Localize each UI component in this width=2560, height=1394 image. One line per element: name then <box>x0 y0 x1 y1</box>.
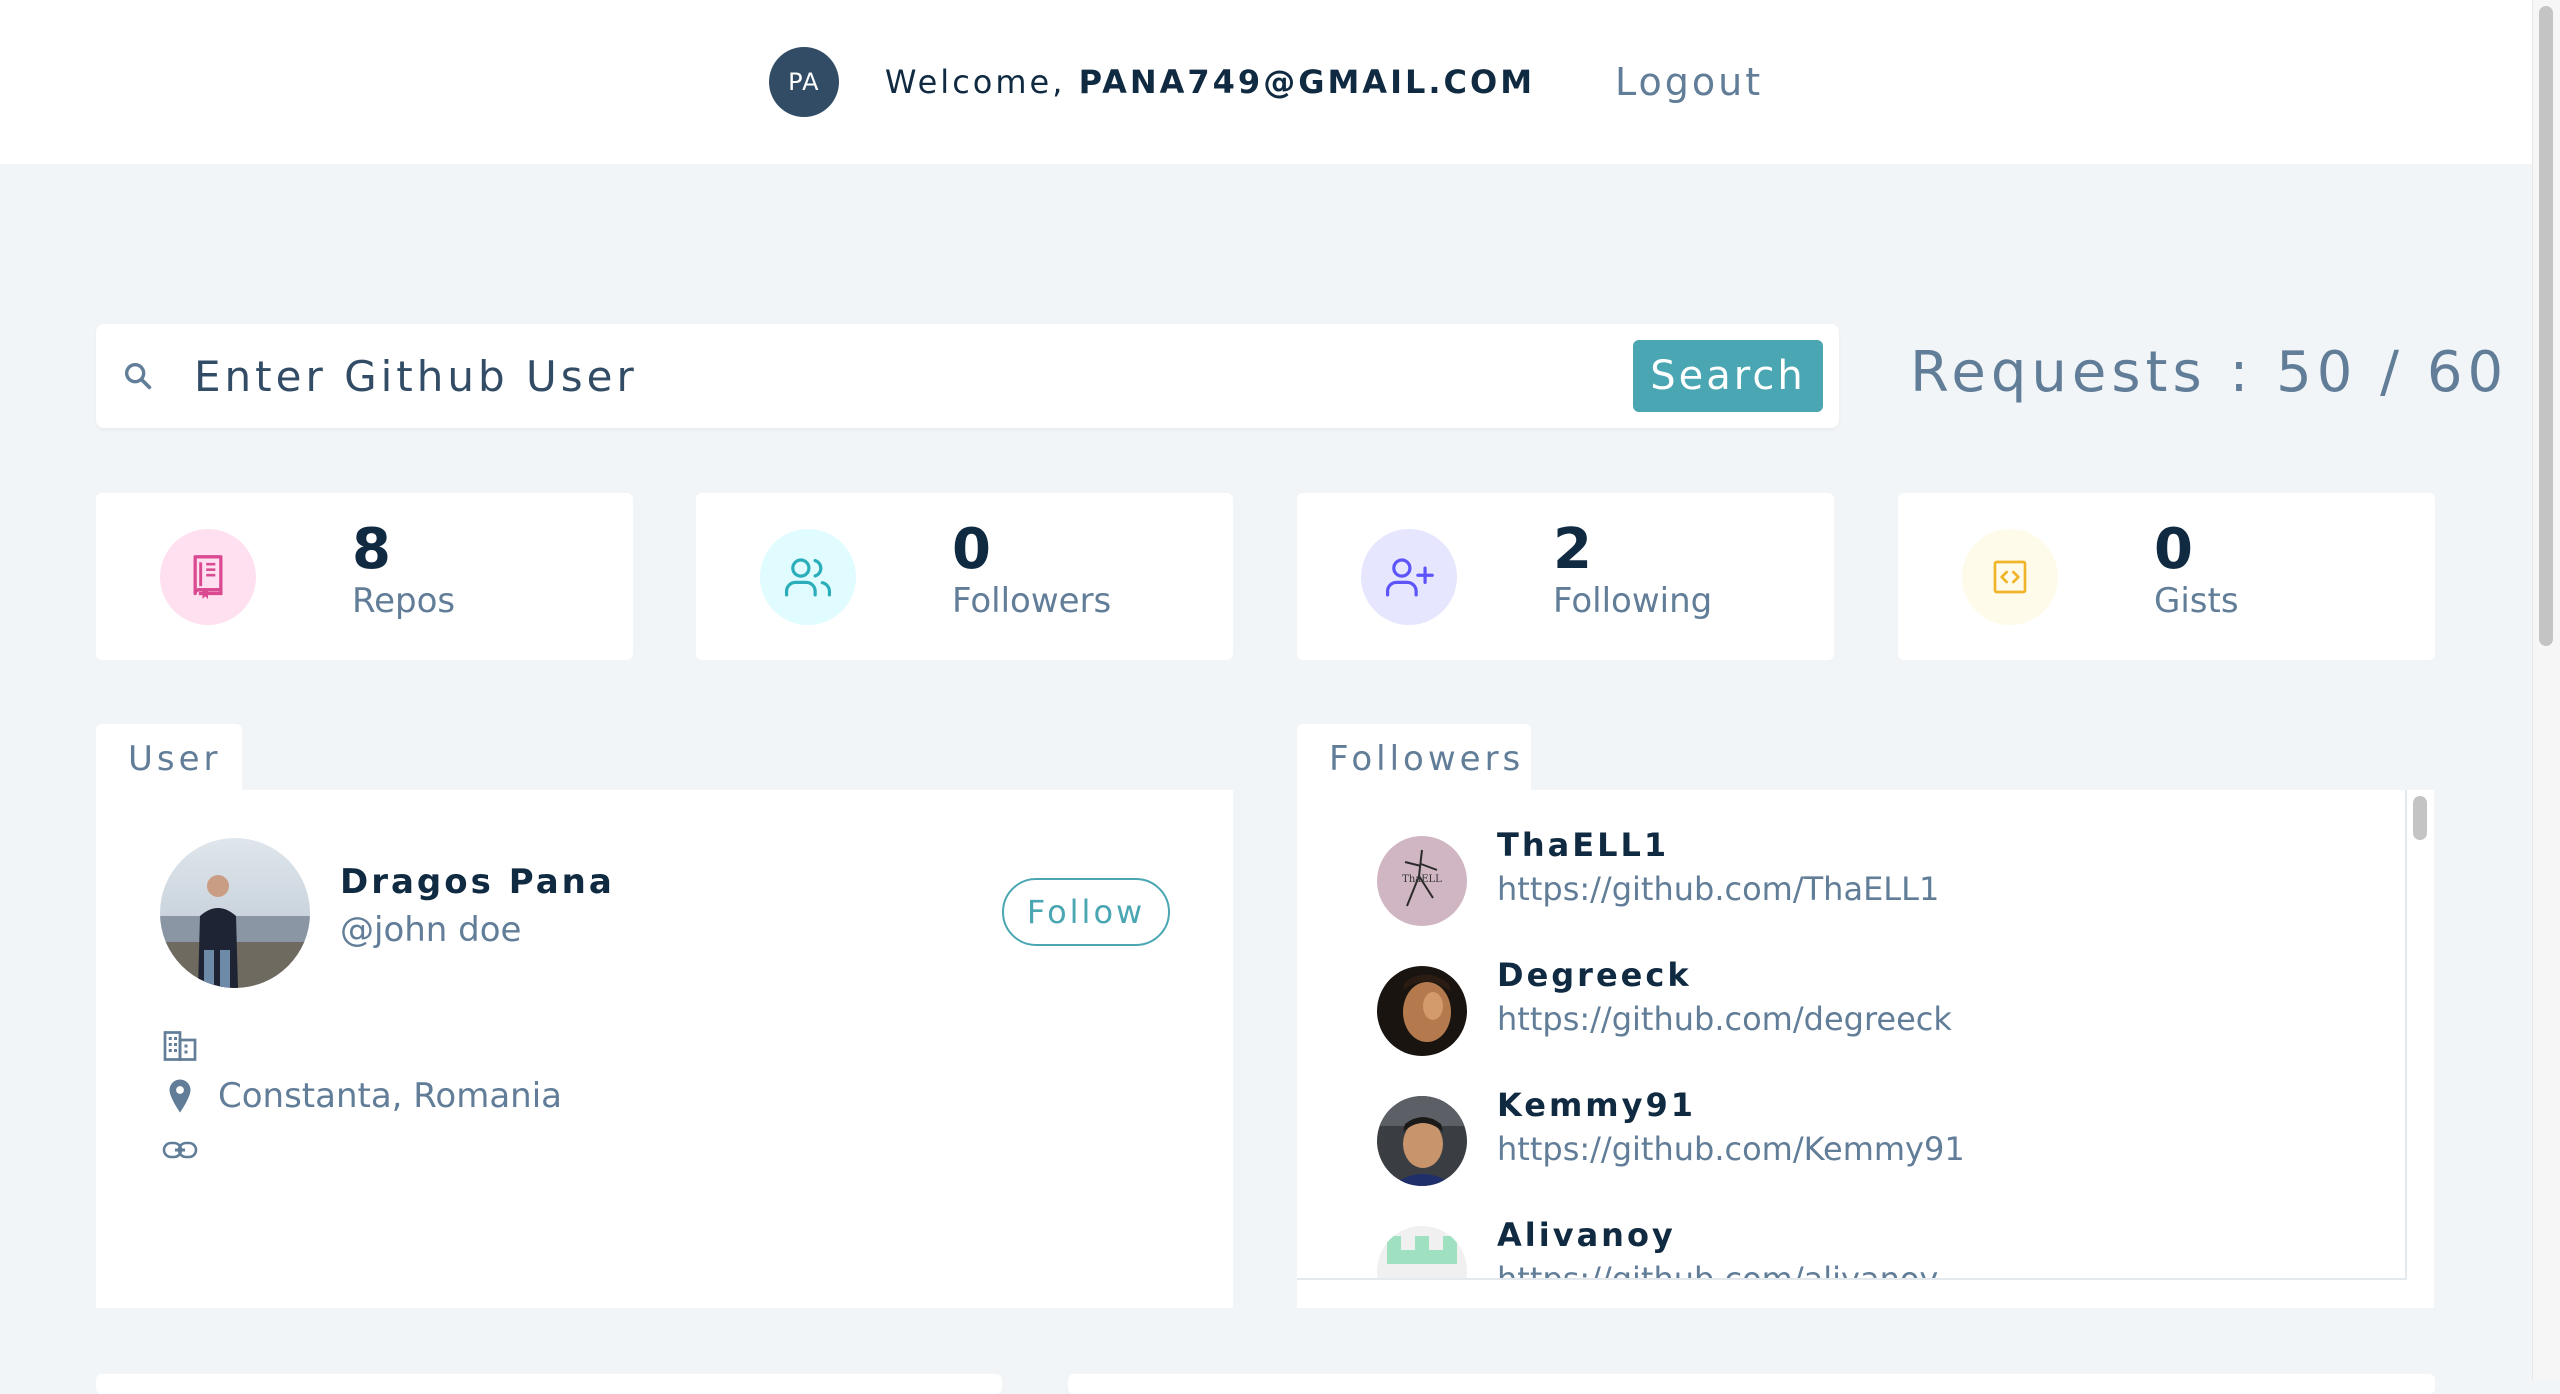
link-icon <box>160 1130 200 1170</box>
followers-scrollbar[interactable] <box>2407 790 2431 1280</box>
user-panel: Dragos Pana @john doe Follow Constanta, … <box>96 790 1233 1308</box>
follower-name: ThaELL1 <box>1497 826 1670 864</box>
chart-card-left <box>96 1374 1002 1394</box>
stat-label: Following <box>1553 581 1713 621</box>
code-icon <box>1962 529 2058 625</box>
map-pin-icon <box>160 1076 200 1116</box>
welcome-message: Welcome, PANA749@GMAIL.COM <box>885 63 1535 101</box>
follower-name: Degreeck <box>1497 956 1692 994</box>
follower-item: Kemmy91 https://github.com/Kemmy91 <box>1377 1086 2377 1186</box>
user-profile-photo <box>160 838 310 988</box>
search-input[interactable] <box>170 350 1633 402</box>
followers-panel: ThaELL ThaELL1 https://github.com/ThaELL… <box>1297 790 2434 1308</box>
follower-avatar: ThaELL <box>1377 836 1467 926</box>
welcome-prefix: Welcome, <box>884 63 1066 101</box>
search-icon <box>106 324 170 428</box>
follower-avatar <box>1377 1096 1467 1186</box>
follower-item: Alivanoy https://github.com/alivanoy <box>1377 1216 2377 1278</box>
follower-name: Alivanoy <box>1497 1216 1676 1254</box>
follower-avatar <box>1377 1226 1467 1278</box>
svg-text:ThaELL: ThaELL <box>1402 874 1442 885</box>
stat-label: Gists <box>2154 581 2239 621</box>
stat-value: 8 <box>352 517 393 582</box>
stat-label: Followers <box>952 581 1112 621</box>
follower-item: ThaELL ThaELL1 https://github.com/ThaELL… <box>1377 826 2377 926</box>
followers-scroll-thumb[interactable] <box>2413 796 2427 840</box>
followers-panel-tab: Followers <box>1297 724 1531 794</box>
user-full-name: Dragos Pana <box>340 862 615 902</box>
follower-link[interactable]: https://github.com/alivanoy <box>1497 1260 1938 1278</box>
follower-link[interactable]: https://github.com/Kemmy91 <box>1497 1130 1965 1168</box>
location-text: Constanta, Romania <box>218 1076 562 1116</box>
user-avatar[interactable]: PA <box>768 47 839 117</box>
requests-counter: Requests : 50 / 60 <box>1910 340 2509 405</box>
page-scroll-thumb[interactable] <box>2539 6 2553 646</box>
company-row <box>160 1026 218 1066</box>
followers-icon <box>760 529 856 625</box>
follower-name: Kemmy91 <box>1497 1086 1697 1124</box>
page-scrollbar[interactable] <box>2532 0 2560 1380</box>
stat-value: 0 <box>2154 517 2195 582</box>
user-panel-tab: User <box>96 724 242 794</box>
stat-value: 0 <box>952 517 993 582</box>
search-button[interactable]: Search <box>1633 340 1823 412</box>
follower-avatar <box>1377 966 1467 1056</box>
search-form: Search <box>96 324 1839 428</box>
stat-card-following: 2 Following <box>1297 493 1834 660</box>
follower-link[interactable]: https://github.com/ThaELL1 <box>1497 870 1939 908</box>
stat-value: 2 <box>1553 517 1594 582</box>
follow-button[interactable]: Follow <box>1002 878 1170 946</box>
stat-card-gists: 0 Gists <box>1898 493 2435 660</box>
follower-link[interactable]: https://github.com/degreeck <box>1497 1000 1952 1038</box>
repo-book-icon <box>160 529 256 625</box>
user-email: PANA749@GMAIL.COM <box>1078 63 1536 101</box>
stat-card-followers: 0 Followers <box>696 493 1233 660</box>
stat-label: Repos <box>352 581 456 621</box>
followers-list[interactable]: ThaELL ThaELL1 https://github.com/ThaELL… <box>1297 790 2407 1280</box>
building-icon <box>160 1026 200 1066</box>
location-row: Constanta, Romania <box>160 1076 562 1116</box>
blog-row <box>160 1130 200 1170</box>
user-plus-icon <box>1361 529 1457 625</box>
stat-card-repos: 8 Repos <box>96 493 633 660</box>
user-login: @john doe <box>340 910 522 950</box>
top-navbar: PA Welcome, PANA749@GMAIL.COM Logout <box>0 0 2532 164</box>
logout-button[interactable]: Logout <box>1615 60 1763 104</box>
chart-card-right <box>1068 1374 2435 1394</box>
follower-item: Degreeck https://github.com/degreeck <box>1377 956 2377 1056</box>
